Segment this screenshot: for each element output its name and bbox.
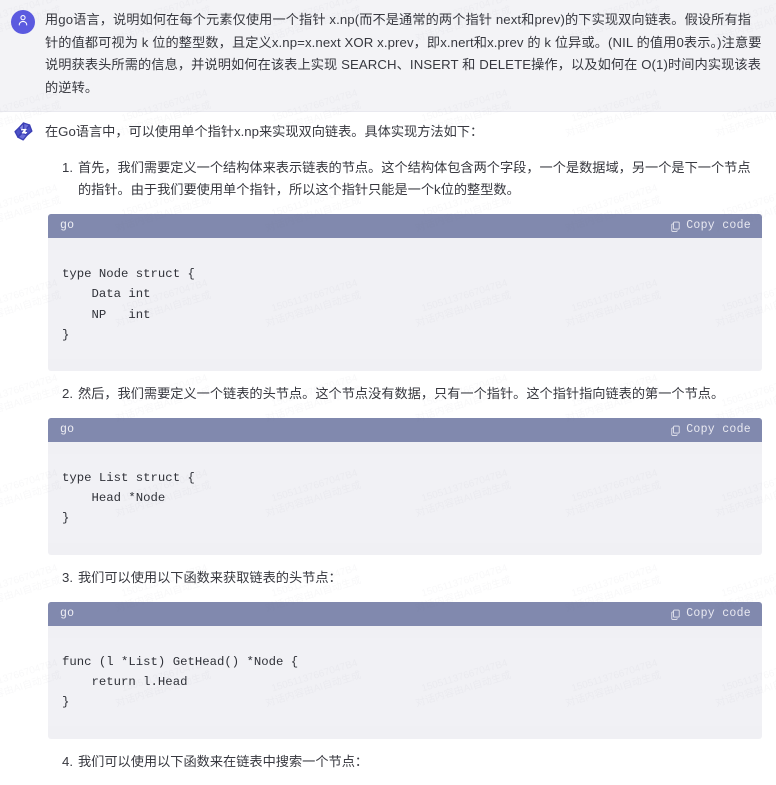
assistant-message-row: 在Go语言中，可以使用单个指针x.np来实现双向链表。具体实现方法如下： 1. … [0, 111, 776, 785]
code-block-1-content: type Node struct { Data int NP int } [48, 250, 762, 359]
code-block-3-header: go Copy code [48, 601, 762, 626]
conversation-thread: 用go语言，说明如何在每个元素仅使用一个指针 x.np(而不是通常的两个指针 n… [0, 0, 776, 785]
step-1-text: 首先，我们需要定义一个结构体来表示链表的节点。这个结构体包含两个字段，一个是数据… [78, 159, 751, 198]
step-4-text: 我们可以使用以下函数来在链表中搜索一个节点： [78, 753, 369, 769]
assistant-steps-list: 1. 首先，我们需要定义一个结构体来表示链表的节点。这个结构体包含两个字段，一个… [45, 157, 762, 774]
code-block-3: go Copy code func (l *List) GetHead() *N… [48, 601, 762, 739]
code-block-1-header: go Copy code [48, 213, 762, 238]
copy-code-button-3[interactable]: Copy code [670, 604, 751, 624]
step-3-text: 我们可以使用以下函数来获取链表的头节点： [78, 569, 342, 585]
assistant-intro-text: 在Go语言中，可以使用单个指针x.np来实现双向链表。具体实现方法如下： [45, 123, 484, 139]
user-message-text: 用go语言，说明如何在每个元素仅使用一个指针 x.np(而不是通常的两个指针 n… [45, 12, 762, 96]
person-icon [16, 13, 30, 32]
user-avatar [11, 10, 35, 34]
list-item: 1. 首先，我们需要定义一个结构体来表示链表的节点。这个结构体包含两个字段，一个… [45, 157, 762, 372]
list-item: 3. 我们可以使用以下函数来获取链表的头节点： go Copy code fun… [45, 567, 762, 739]
step-3-number: 3. [62, 569, 73, 585]
step-1-number: 1. [62, 159, 73, 175]
user-message-row: 用go语言，说明如何在每个元素仅使用一个指针 x.np(而不是通常的两个指针 n… [0, 0, 776, 112]
step-2-number: 2. [62, 386, 73, 402]
copy-icon [670, 220, 681, 233]
step-4-text-row: 4. 我们可以使用以下函数来在链表中搜索一个节点： [45, 751, 762, 774]
copy-code-button-1[interactable]: Copy code [670, 216, 751, 236]
list-item: 4. 我们可以使用以下函数来在链表中搜索一个节点： [45, 751, 762, 774]
code-block-2-language: go [60, 422, 75, 436]
step-1-text-row: 1. 首先，我们需要定义一个结构体来表示链表的节点。这个结构体包含两个字段，一个… [45, 157, 762, 202]
code-block-2-content: type List struct { Head *Node } [48, 454, 762, 543]
assistant-avatar [11, 122, 35, 146]
code-block-1: go Copy code type Node struct {Data int… [48, 213, 762, 372]
list-item: 2. 然后，我们需要定义一个链表的头节点。这个节点没有数据，只有一个指针。这个指… [45, 383, 762, 555]
copy-code-label-2: Copy code [686, 422, 751, 436]
code-block-1-language: go [60, 219, 75, 233]
copy-code-label-3: Copy code [686, 606, 751, 620]
user-message-body: 用go语言，说明如何在每个元素仅使用一个指针 x.np(而不是通常的两个指针 n… [45, 9, 762, 100]
copy-icon [670, 608, 681, 620]
step-2-text-row: 2. 然后，我们需要定义一个链表的头节点。这个节点没有数据，只有一个指针。这个指… [45, 383, 762, 406]
step-4-number: 4. [62, 753, 73, 769]
code-block-2-header: go Copy code [48, 417, 762, 442]
copy-code-label-1: Copy code [686, 219, 751, 233]
code-block-2: go Copy code type List struct {Head *No… [48, 417, 762, 555]
step-2-text: 然后，我们需要定义一个链表的头节点。这个节点没有数据，只有一个指针。这个指针指向… [78, 386, 725, 402]
code-block-3-content: func (l *List) GetHead() *Node { return … [48, 637, 762, 727]
copy-code-button-2[interactable]: Copy code [670, 420, 751, 440]
assistant-logo-icon [12, 122, 35, 146]
assistant-message-body: 在Go语言中，可以使用单个指针x.np来实现双向链表。具体实现方法如下： 1. … [45, 121, 762, 785]
step-3-text-row: 3. 我们可以使用以下函数来获取链表的头节点： [45, 567, 762, 590]
copy-icon [670, 424, 681, 437]
code-block-3-language: go [60, 606, 75, 620]
